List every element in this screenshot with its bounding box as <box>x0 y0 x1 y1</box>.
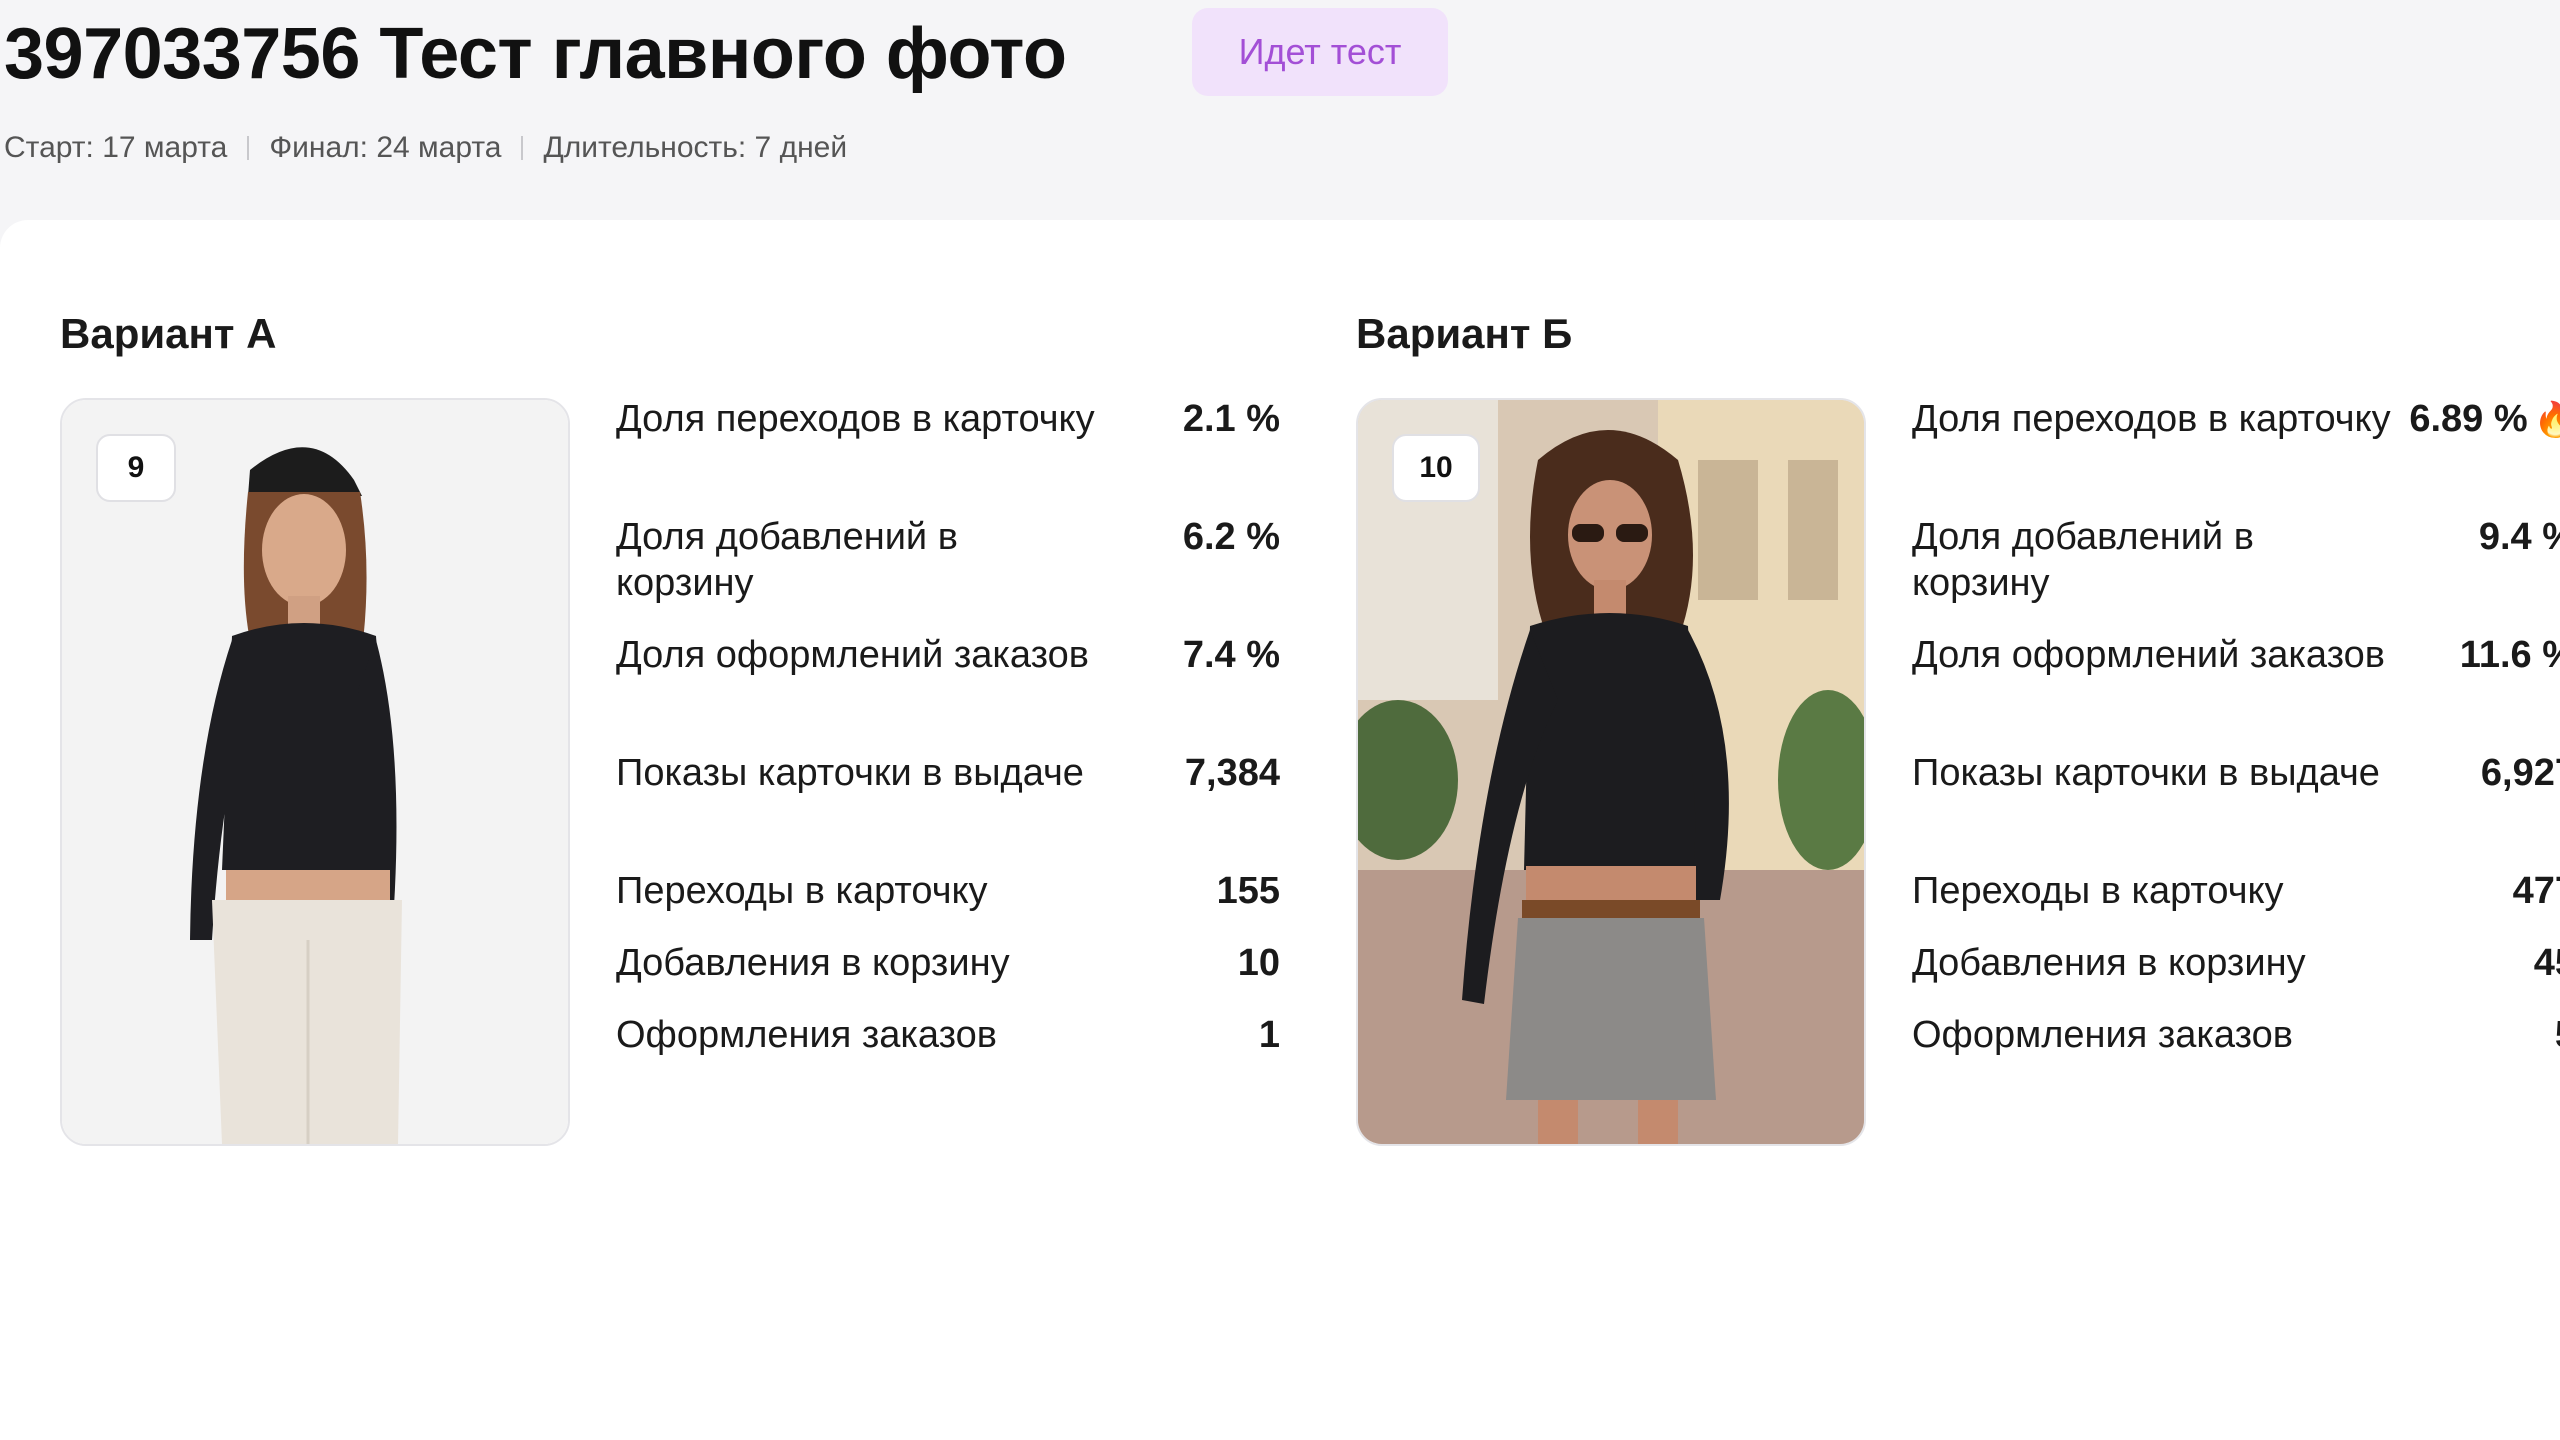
metric-value: 9.4 % <box>2478 516 2560 558</box>
metric-label: Оформления заказов <box>1912 1014 2293 1056</box>
metric-label: Переходы в карточку <box>616 870 988 912</box>
status-badge: Идет тест <box>1192 8 1448 96</box>
photo-number-badge: 9 <box>96 434 176 502</box>
metric-label: Показы карточки в выдаче <box>1912 752 2380 794</box>
duration: Длительность: 7 дней <box>543 131 848 164</box>
results-panel: Вариант А 9 Доля переходов в карточку 2.… <box>0 220 2560 1440</box>
metric-value: 477 <box>2512 870 2560 912</box>
metric-value: 6.2 % <box>1182 516 1280 558</box>
metric-label: Добавления в корзину <box>1912 942 2306 984</box>
metric-label: Доля добавлений в корзину <box>616 516 958 604</box>
metric-label: Показы карточки в выдаче <box>616 752 1084 794</box>
test-meta: Старт: 17 марта Финал: 24 марта Длительн… <box>4 128 847 168</box>
fire-icon: 🔥 <box>2533 401 2560 439</box>
metric-value: 1 <box>1258 1014 1280 1056</box>
photo-number-badge: 10 <box>1392 434 1480 502</box>
variant-a: Вариант А 9 Доля переходов в карточку 2.… <box>60 220 1280 1220</box>
metric-value: 6.89 % 🔥 <box>2409 396 2560 443</box>
metric-value: 155 <box>1216 870 1280 912</box>
metric-value: 6,927 <box>2480 752 2560 794</box>
metric-value: 2.1 % <box>1182 398 1280 440</box>
metric-label: Доля переходов в карточку <box>1912 398 2391 440</box>
page-header: 397033756 Тест главного фото Идет тест С… <box>0 0 2560 220</box>
metric-label: Доля оформлений заказов <box>1912 634 2385 676</box>
variant-b: Вариант Б 10 Доля переходов в карточку 6… <box>1356 220 2560 1220</box>
metric-label: Доля оформлений заказов <box>616 634 1089 676</box>
product-photo-image <box>62 400 568 1144</box>
product-photo[interactable]: 9 <box>60 398 570 1146</box>
finish-date: Финал: 24 марта <box>269 131 502 164</box>
metric-value: 5 <box>2555 1012 2560 1058</box>
product-photo[interactable]: 10 <box>1356 398 1866 1146</box>
metric-value: 10 <box>1237 942 1280 984</box>
metric-label: Добавления в корзину <box>616 942 1010 984</box>
product-photo-image <box>1358 400 1864 1144</box>
metric-value: 45 <box>2533 942 2560 984</box>
metric-label: Переходы в карточку <box>1912 870 2284 912</box>
metric-label: Оформления заказов <box>616 1014 997 1056</box>
metric-value: 11.6 % <box>2459 634 2560 676</box>
variant-title: Вариант А <box>60 310 277 357</box>
meta-divider <box>521 136 524 160</box>
metric-value-text: 6.89 % <box>2409 398 2528 440</box>
page-title: 397033756 Тест главного фото <box>4 14 1067 94</box>
meta-divider <box>247 136 250 160</box>
metric-value: 7.4 % <box>1182 634 1280 676</box>
variant-title: Вариант Б <box>1356 310 1573 357</box>
metric-label: Доля добавлений в корзину <box>1912 516 2254 604</box>
metric-value: 7,384 <box>1184 752 1280 794</box>
start-date: Старт: 17 марта <box>4 131 228 164</box>
metric-label: Доля переходов в карточку <box>616 398 1095 440</box>
